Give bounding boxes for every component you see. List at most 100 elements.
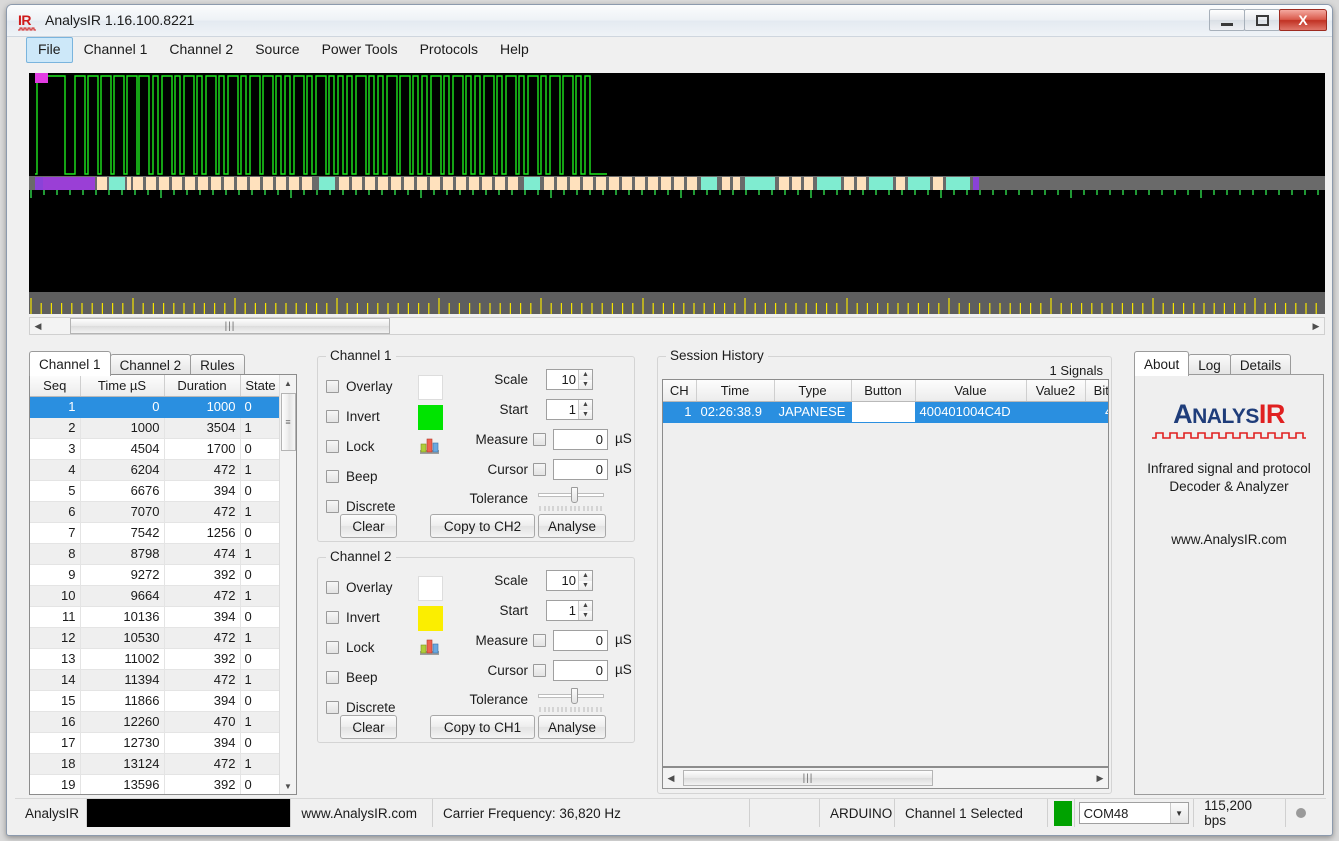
spinner-up-icon[interactable]: ▲	[579, 601, 592, 611]
table-row[interactable]: 6 7070 472 1	[30, 501, 281, 523]
status-signal-indicator[interactable]	[87, 799, 292, 827]
spinner-down-icon[interactable]: ▼	[579, 610, 592, 620]
table-row[interactable]: 10 9664 472 1	[30, 585, 281, 607]
bar-chart-icon[interactable]	[420, 437, 439, 454]
cell-duration[interactable]: 472	[164, 585, 241, 607]
channel-1-invert-checkbox[interactable]	[326, 409, 339, 423]
channel-1-beep-row[interactable]: Beep	[326, 461, 396, 491]
cell-value[interactable]: 400401004C4D	[915, 401, 1027, 423]
cell-state[interactable]: 0	[240, 606, 281, 628]
table-row[interactable]: 19 13596 392 0	[30, 774, 281, 794]
table-row[interactable]: 3 4504 1700 0	[30, 438, 281, 460]
cell-time[interactable]: 7070	[80, 501, 165, 523]
channel-2-lock-row[interactable]: Lock	[326, 632, 396, 662]
tab-log[interactable]: Log	[1188, 354, 1231, 376]
cell-duration[interactable]: 472	[164, 627, 241, 649]
spinner-down-icon[interactable]: ▼	[579, 580, 592, 590]
table-row[interactable]: 9 9272 392 0	[30, 564, 281, 586]
chevron-down-icon[interactable]: ▼	[1169, 803, 1188, 823]
channel-1-cursor-checkbox[interactable]	[533, 463, 546, 476]
cell-seq[interactable]: 17	[30, 732, 81, 754]
cell-duration[interactable]: 394	[164, 480, 241, 502]
channel-1-start-spinner[interactable]: 1 ▲ ▼	[546, 399, 593, 420]
cell-seq[interactable]: 9	[30, 564, 81, 586]
table-row[interactable]: 7 7542 1256 0	[30, 522, 281, 544]
signal-table-vscrollbar[interactable]: ▲ ≡ ▼	[279, 375, 296, 794]
column-header-state[interactable]: State	[240, 375, 281, 397]
cell-duration[interactable]: 1000	[164, 396, 241, 418]
cell-seq[interactable]: 15	[30, 690, 81, 712]
channel-1-start-arrows[interactable]: ▲ ▼	[578, 400, 592, 419]
cell-seq[interactable]: 12	[30, 627, 81, 649]
vscrollbar-track[interactable]: ≡	[280, 391, 297, 778]
channel-1-beep-checkbox[interactable]	[326, 469, 339, 483]
scroll-right-icon[interactable]: ▶	[1308, 318, 1324, 334]
status-website[interactable]: www.AnalysIR.com	[291, 799, 434, 827]
cell-state[interactable]: 1	[240, 711, 281, 733]
session-history-hscrollbar[interactable]: ◀ ||| ▶	[662, 767, 1109, 789]
column-header-duration[interactable]: Duration	[164, 375, 241, 397]
menu-item-channel-2[interactable]: Channel 2	[158, 37, 244, 63]
cell-state[interactable]: 1	[240, 417, 281, 439]
tab-details[interactable]: Details	[1229, 354, 1292, 376]
table-row[interactable]: 102:26:38.9JAPANESE 400401004C4D 48	[663, 401, 1108, 423]
history-hscrollbar-track[interactable]: |||	[679, 770, 1092, 786]
channel-2-scale-arrows[interactable]: ▲ ▼	[578, 571, 592, 590]
channel-1-overlay-row[interactable]: Overlay	[326, 371, 396, 401]
spinner-up-icon[interactable]: ▲	[579, 400, 592, 410]
channel-1-cursor-value[interactable]: 0	[553, 459, 608, 480]
cell-seq[interactable]: 10	[30, 585, 81, 607]
spinner-down-icon[interactable]: ▼	[579, 379, 592, 389]
cell-seq[interactable]: 13	[30, 648, 81, 670]
cell-button[interactable]	[851, 401, 916, 423]
tolerance-slider-thumb[interactable]	[571, 487, 578, 503]
cell-duration[interactable]: 3504	[164, 417, 241, 439]
channel-1-analyse-button[interactable]: Analyse	[538, 514, 606, 538]
channel-2-start-arrows[interactable]: ▲ ▼	[578, 601, 592, 620]
channel-2-start-value[interactable]: 1	[547, 603, 578, 618]
cell-seq[interactable]: 18	[30, 753, 81, 775]
waveform-display[interactable]	[29, 73, 1325, 314]
cell-time[interactable]: 9664	[80, 585, 165, 607]
channel-2-discrete-checkbox[interactable]	[326, 700, 339, 714]
cell-state[interactable]: 1	[240, 459, 281, 481]
cell-bits[interactable]: 48	[1085, 401, 1108, 423]
cell-state[interactable]: 0	[240, 774, 281, 794]
table-row[interactable]: 17 12730 394 0	[30, 732, 281, 754]
about-website-link[interactable]: www.AnalysIR.com	[1135, 532, 1323, 547]
column-header-value[interactable]: Value	[915, 380, 1027, 402]
channel-2-beep-checkbox[interactable]	[326, 670, 339, 684]
history-hscrollbar-thumb[interactable]: |||	[683, 770, 933, 786]
hscrollbar-track[interactable]: |||	[46, 318, 1308, 334]
cell-duration[interactable]: 472	[164, 459, 241, 481]
cell-state[interactable]: 0	[240, 522, 281, 544]
cell-state[interactable]: 0	[240, 648, 281, 670]
cell-state[interactable]: 1	[240, 753, 281, 775]
cell-seq[interactable]: 7	[30, 522, 81, 544]
cell-duration[interactable]: 392	[164, 564, 241, 586]
table-row[interactable]: 8 8798 474 1	[30, 543, 281, 565]
cell-time[interactable]: 4504	[80, 438, 165, 460]
menu-item-power-tools[interactable]: Power Tools	[311, 37, 409, 63]
channel-2-invert-color-swatch[interactable]	[418, 606, 443, 631]
session-history-table[interactable]: CH Time Type Button Value Value2 Bits 10…	[662, 379, 1109, 767]
cell-time[interactable]: 7542	[80, 522, 165, 544]
close-button[interactable]: X	[1279, 9, 1327, 31]
channel-2-start-spinner[interactable]: 1 ▲ ▼	[546, 600, 593, 621]
cell-time[interactable]: 02:26:38.9	[696, 401, 775, 423]
tab-about[interactable]: About	[1134, 351, 1190, 376]
tab-channel-2[interactable]: Channel 2	[109, 354, 192, 376]
cell-seq[interactable]: 3	[30, 438, 81, 460]
cell-duration[interactable]: 472	[164, 669, 241, 691]
cell-time[interactable]: 0	[80, 396, 165, 418]
menu-item-source[interactable]: Source	[244, 37, 310, 63]
waveform-channel2-trace[interactable]	[29, 198, 1325, 292]
waveform-hscrollbar[interactable]: ◀ ||| ▶	[29, 317, 1325, 335]
channel-2-invert-row[interactable]: Invert	[326, 602, 396, 632]
cell-state[interactable]: 1	[240, 669, 281, 691]
scroll-left-icon[interactable]: ◀	[663, 770, 679, 786]
scroll-down-icon[interactable]: ▼	[280, 778, 297, 794]
channel-2-copy-to-ch1-button[interactable]: Copy to CH1	[430, 715, 535, 739]
cell-seq[interactable]: 1	[30, 396, 81, 418]
column-header-value2[interactable]: Value2	[1026, 380, 1086, 402]
